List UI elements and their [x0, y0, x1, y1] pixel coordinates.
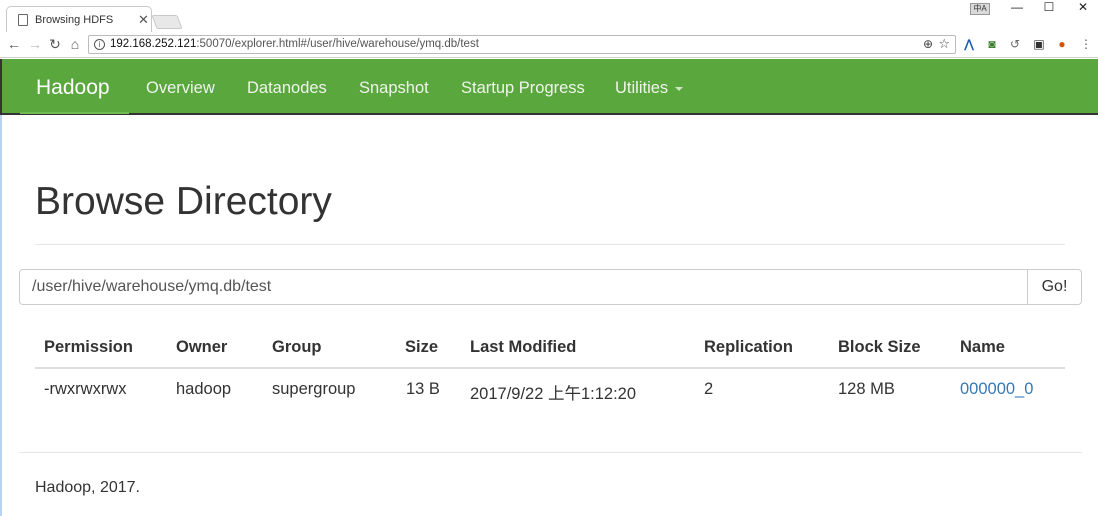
col-header-group[interactable]: Group	[272, 338, 322, 357]
bookmark-star-icon[interactable]: ☆	[938, 36, 950, 52]
info-icon[interactable]: i	[94, 39, 105, 50]
browser-tab[interactable]: Browsing HDFS ✕	[6, 6, 152, 32]
col-header-owner[interactable]: Owner	[176, 338, 227, 357]
browser-toolbar: ← → ↻ ⌂ i 192.168.252.121:50070/explorer…	[0, 32, 1098, 58]
brand-link[interactable]: Hadoop	[36, 76, 110, 100]
col-header-size[interactable]: Size	[405, 338, 438, 357]
url-host: 192.168.252.121	[110, 38, 197, 50]
title-divider	[35, 244, 1065, 245]
menu-kebab-icon[interactable]: ⋮	[1079, 37, 1093, 51]
close-window-icon[interactable]: ✕	[1068, 0, 1098, 18]
footer-divider	[19, 452, 1082, 453]
directory-path-input[interactable]	[19, 269, 1029, 305]
new-tab-button[interactable]	[151, 15, 183, 29]
page-icon	[18, 14, 28, 26]
extension-history-icon[interactable]: ↺	[1008, 37, 1022, 51]
col-header-permission[interactable]: Permission	[44, 338, 133, 357]
col-header-replication[interactable]: Replication	[704, 338, 793, 357]
address-bar[interactable]: i 192.168.252.121:50070/explorer.html#/u…	[88, 35, 956, 54]
cell-group: supergroup	[272, 380, 356, 398]
forward-icon[interactable]: →	[27, 36, 43, 52]
col-header-last-modified[interactable]: Last Modified	[470, 338, 576, 357]
nav-overview[interactable]: Overview	[146, 79, 215, 98]
go-button[interactable]: Go!	[1027, 269, 1082, 305]
title-bar: Browsing HDFS ✕ 中A — ☐ ✕	[0, 0, 1098, 32]
top-navbar: Hadoop Overview Datanodes Snapshot Start…	[0, 59, 1098, 115]
cell-name-link[interactable]: 000000_0	[960, 380, 1033, 399]
nav-snapshot[interactable]: Snapshot	[359, 79, 429, 98]
tab-close-icon[interactable]: ✕	[138, 12, 149, 28]
home-icon[interactable]: ⌂	[67, 36, 83, 52]
cell-block-size: 128 MB	[838, 380, 895, 398]
minimize-icon[interactable]: —	[1002, 0, 1032, 18]
nav-utilities-label: Utilities	[615, 79, 669, 97]
brand-active-indicator	[20, 112, 129, 114]
extension-screenshot-icon[interactable]: ▣	[1032, 37, 1046, 51]
table-header-divider	[35, 367, 1065, 369]
back-icon[interactable]: ←	[6, 36, 22, 52]
extension-a-icon[interactable]: ⋀	[962, 37, 976, 51]
cell-replication: 2	[704, 380, 714, 398]
window-left-edge	[0, 115, 2, 516]
nav-datanodes[interactable]: Datanodes	[247, 79, 327, 98]
cell-last-modified: 2017/9/22 上午1:12:20	[470, 385, 637, 403]
ime-indicator-icon: 中A	[970, 3, 990, 15]
extension-fox-icon[interactable]: ●	[1055, 37, 1069, 51]
cell-owner: hadoop	[176, 380, 232, 398]
page-title: Browse Directory	[35, 180, 332, 223]
maximize-icon[interactable]: ☐	[1034, 0, 1064, 18]
extension-evernote-icon[interactable]: ◙	[985, 37, 999, 51]
zoom-icon[interactable]: ⊕	[923, 37, 933, 51]
col-header-block-size[interactable]: Block Size	[838, 338, 921, 357]
reload-icon[interactable]: ↻	[47, 36, 63, 52]
cell-size: 13 B	[406, 380, 440, 398]
nav-startup-progress[interactable]: Startup Progress	[461, 79, 585, 98]
cell-permission: -rwxrwxrwx	[44, 380, 127, 398]
col-header-name[interactable]: Name	[960, 338, 1005, 357]
footer-text: Hadoop, 2017.	[35, 479, 140, 496]
url-path: :50070/explorer.html#/user/hive/warehous…	[196, 38, 479, 50]
nav-utilities[interactable]: Utilities	[615, 79, 684, 98]
url-text: 192.168.252.121:50070/explorer.html#/use…	[110, 38, 479, 50]
browser-window: Browsing HDFS ✕ 中A — ☐ ✕ ← → ↻ ⌂ i 192.1…	[0, 0, 1098, 516]
chevron-down-icon	[675, 86, 684, 91]
tab-title: Browsing HDFS	[35, 14, 114, 26]
